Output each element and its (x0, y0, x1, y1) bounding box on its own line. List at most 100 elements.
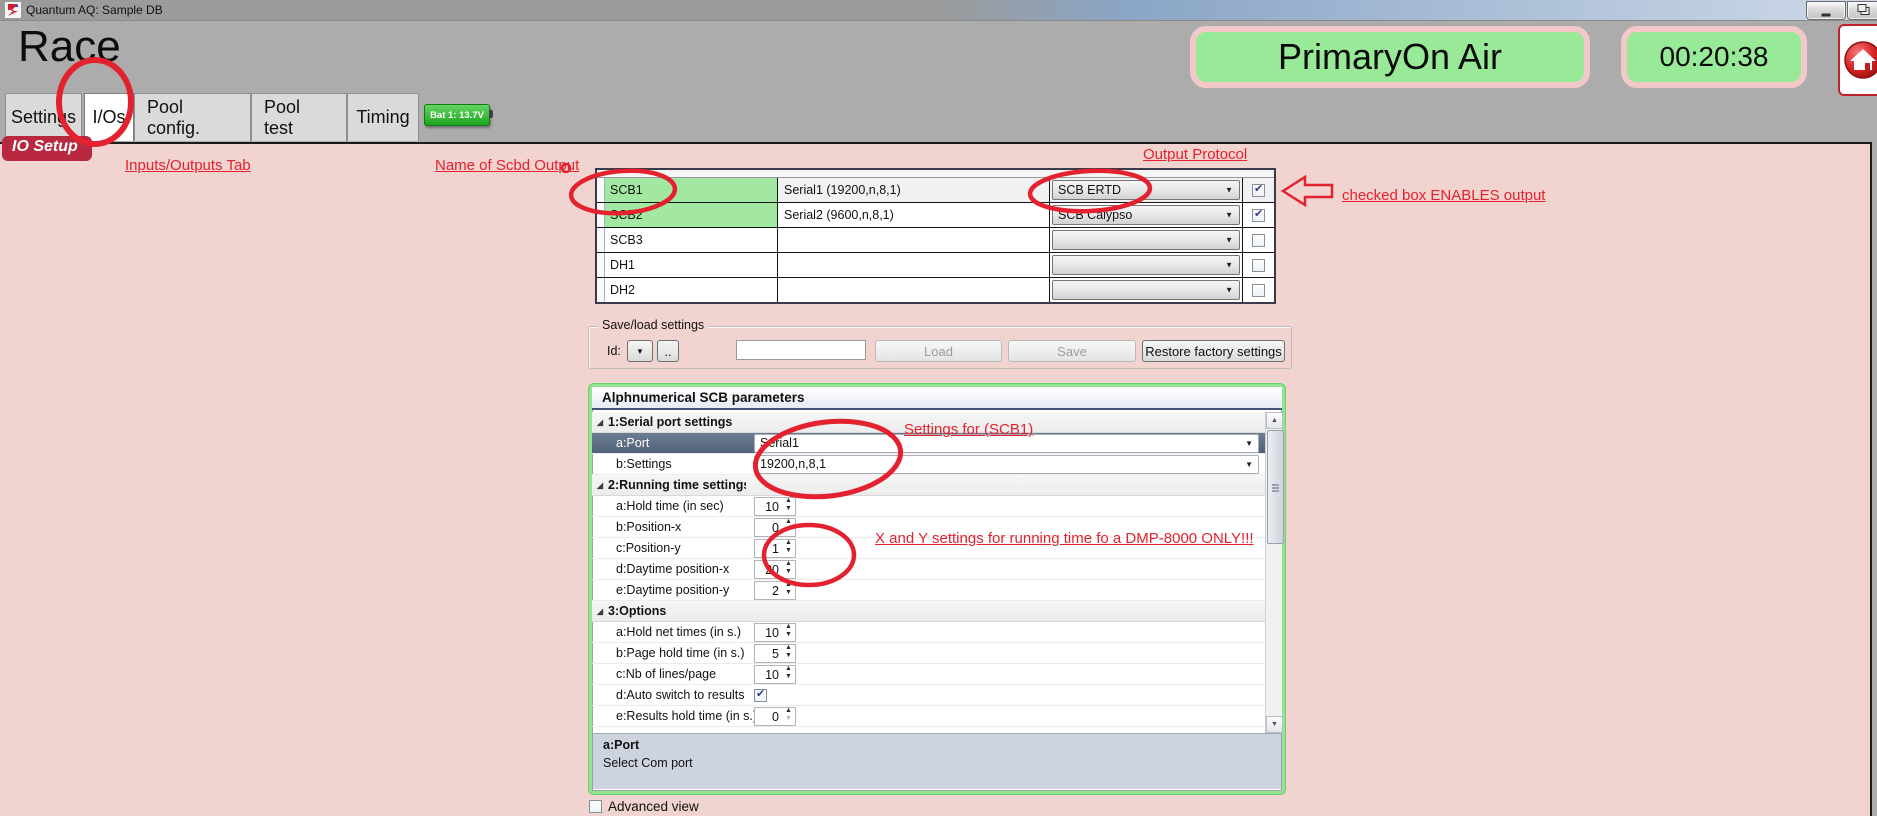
output-name-cell[interactable]: DH2 (605, 278, 778, 302)
param-spinner[interactable]: 5▲▼ (754, 644, 796, 663)
advanced-view-checkbox[interactable] (589, 800, 602, 813)
grid-scrollbar[interactable]: ▲ ▼ (1265, 412, 1282, 733)
enable-output-checkbox[interactable] (1252, 209, 1265, 222)
row-selector[interactable] (597, 178, 605, 202)
spin-down-icon[interactable]: ▼ (782, 653, 795, 661)
param-spinner[interactable]: 20▲▼ (754, 560, 796, 579)
output-name-cell[interactable]: SCB2 (605, 203, 778, 227)
tab-timing[interactable]: Timing (347, 93, 419, 141)
grid-category[interactable]: ◢3:Options (592, 601, 1265, 622)
grid-row[interactable]: e:Results hold time (in s.)0▲▼ (592, 706, 1265, 727)
spin-down-icon[interactable]: ▼ (782, 527, 795, 535)
chevron-down-icon: ▼ (1245, 439, 1253, 448)
param-spinner[interactable]: 10▲▼ (754, 665, 796, 684)
grid-row-label: e:Results hold time (in s.) (608, 709, 754, 723)
param-spinner[interactable]: 10▲▼ (754, 623, 796, 642)
protocol-dropdown[interactable]: ▼ (1052, 280, 1240, 300)
grid-row[interactable]: b:Page hold time (in s.)5▲▼ (592, 643, 1265, 664)
annotation-output-protocol: Output Protocol (1143, 146, 1247, 163)
protocol-dropdown[interactable]: ▼ (1052, 230, 1240, 250)
chevron-down-icon: ▼ (1245, 460, 1253, 469)
enable-output-checkbox[interactable] (1252, 184, 1265, 197)
settings-name-input[interactable] (736, 340, 866, 360)
save-button[interactable]: Save (1008, 340, 1136, 362)
parameter-grid: ◢1:Serial port settingsa:PortSerial1▼b:S… (592, 412, 1265, 733)
grid-row-label: e:Daytime position-y (608, 583, 754, 597)
param-dropdown[interactable]: 19200,n,8,1▼ (754, 455, 1259, 474)
scrollbar-thumb[interactable] (1267, 430, 1284, 544)
tab-pool-config-[interactable]: Pool config. (134, 93, 251, 141)
expander-icon[interactable]: ◢ (592, 418, 608, 427)
table-row-scb3[interactable]: SCB3 ▼ (597, 228, 1274, 253)
enable-output-checkbox[interactable] (1252, 234, 1265, 247)
param-spinner[interactable]: 0▲▼ (754, 707, 796, 726)
protocol-dropdown[interactable]: ▼ (1052, 255, 1240, 275)
row-selector[interactable] (597, 228, 605, 252)
table-row-dh1[interactable]: DH1 ▼ (597, 253, 1274, 278)
row-selector[interactable] (597, 203, 605, 227)
battery-indicator: Bat 1: 13.7V (424, 104, 490, 126)
spin-down-icon[interactable]: ▼ (782, 506, 795, 514)
grid-row[interactable]: c:Nb of lines/page10▲▼ (592, 664, 1265, 685)
id-dropdown-button[interactable]: ▼ (627, 340, 653, 362)
table-row-scb1[interactable]: SCB1Serial1 (19200,n,8,1)SCB ERTD▼ (597, 178, 1274, 203)
spin-down-icon[interactable]: ▼ (782, 716, 795, 724)
grid-row-label: b:Settings (608, 457, 754, 471)
output-name-cell[interactable]: SCB3 (605, 228, 778, 252)
outputs-table-header (597, 170, 1274, 178)
spin-down-icon[interactable]: ▼ (782, 590, 795, 598)
on-air-badge: PrimaryOn Air (1190, 26, 1590, 88)
grid-row-label: d:Daytime position-x (608, 562, 754, 576)
expander-icon[interactable]: ◢ (592, 607, 608, 616)
spin-down-icon[interactable]: ▼ (782, 548, 795, 556)
param-spinner[interactable]: 0▲▼ (754, 518, 796, 537)
grid-row[interactable]: d:Auto switch to results (592, 685, 1265, 706)
param-spinner[interactable]: 10▲▼ (754, 497, 796, 516)
annotation-checked-box: checked box ENABLES output (1342, 187, 1545, 204)
restore-icon (1861, 7, 1870, 15)
spin-down-icon[interactable]: ▼ (782, 632, 795, 640)
annotation-inputs-outputs: Inputs/Outputs Tab (125, 157, 251, 174)
enable-output-checkbox[interactable] (1252, 284, 1265, 297)
restore-button[interactable] (1847, 1, 1877, 20)
grid-row-label: b:Page hold time (in s.) (608, 646, 754, 660)
load-button[interactable]: Load (875, 340, 1002, 362)
minimize-button[interactable] (1806, 1, 1846, 20)
expander-icon[interactable]: ◢ (592, 481, 608, 490)
scoreboard-outputs-table: SCB1Serial1 (19200,n,8,1)SCB ERTD▼SCB2Se… (595, 168, 1276, 304)
restore-factory-settings-button[interactable]: Restore factory settings (1142, 340, 1285, 362)
annotation-xy-settings: X and Y settings for running time fo a D… (875, 530, 1254, 547)
param-spinner[interactable]: 1▲▼ (754, 539, 796, 558)
spin-down-icon[interactable]: ▼ (782, 569, 795, 577)
scroll-up-icon[interactable]: ▲ (1266, 412, 1283, 429)
browse-button[interactable]: .. (657, 340, 679, 362)
tab-pool-test[interactable]: Pool test (251, 93, 347, 141)
grid-row[interactable]: a:Hold time (in sec)10▲▼ (592, 496, 1265, 517)
param-checkbox[interactable] (754, 689, 767, 702)
tab-i-os[interactable]: I/Os (84, 93, 134, 141)
output-name-cell[interactable]: DH1 (605, 253, 778, 277)
row-selector[interactable] (597, 253, 605, 277)
grid-row[interactable]: d:Daytime position-x20▲▼ (592, 559, 1265, 580)
table-row-dh2[interactable]: DH2 ▼ (597, 278, 1274, 302)
tab-settings[interactable]: Settings (5, 93, 82, 141)
row-selector[interactable] (597, 278, 605, 302)
protocol-dropdown[interactable]: SCB ERTD▼ (1052, 180, 1240, 200)
running-clock: 00:20:38 (1621, 26, 1807, 88)
protocol-dropdown[interactable]: SCB Calypso▼ (1052, 205, 1240, 225)
scroll-down-icon[interactable]: ▼ (1266, 716, 1283, 733)
enable-output-checkbox[interactable] (1252, 259, 1265, 272)
grid-category[interactable]: ◢2:Running time settings (592, 475, 1265, 496)
spin-down-icon[interactable]: ▼ (782, 674, 795, 682)
grid-row-label: c:Position-y (608, 541, 754, 555)
minimize-icon (1822, 13, 1831, 16)
table-row-scb2[interactable]: SCB2Serial2 (9600,n,8,1)SCB Calypso▼ (597, 203, 1274, 228)
grid-row[interactable]: a:Hold net times (in s.)10▲▼ (592, 622, 1265, 643)
param-spinner[interactable]: 2▲▼ (754, 581, 796, 600)
home-button[interactable] (1838, 24, 1877, 96)
grid-row[interactable]: b:Settings19200,n,8,1▼ (592, 454, 1265, 475)
page-title: Race (18, 22, 121, 72)
output-config-cell (778, 278, 1050, 302)
grid-row[interactable]: e:Daytime position-y2▲▼ (592, 580, 1265, 601)
output-name-cell[interactable]: SCB1 (605, 178, 778, 202)
